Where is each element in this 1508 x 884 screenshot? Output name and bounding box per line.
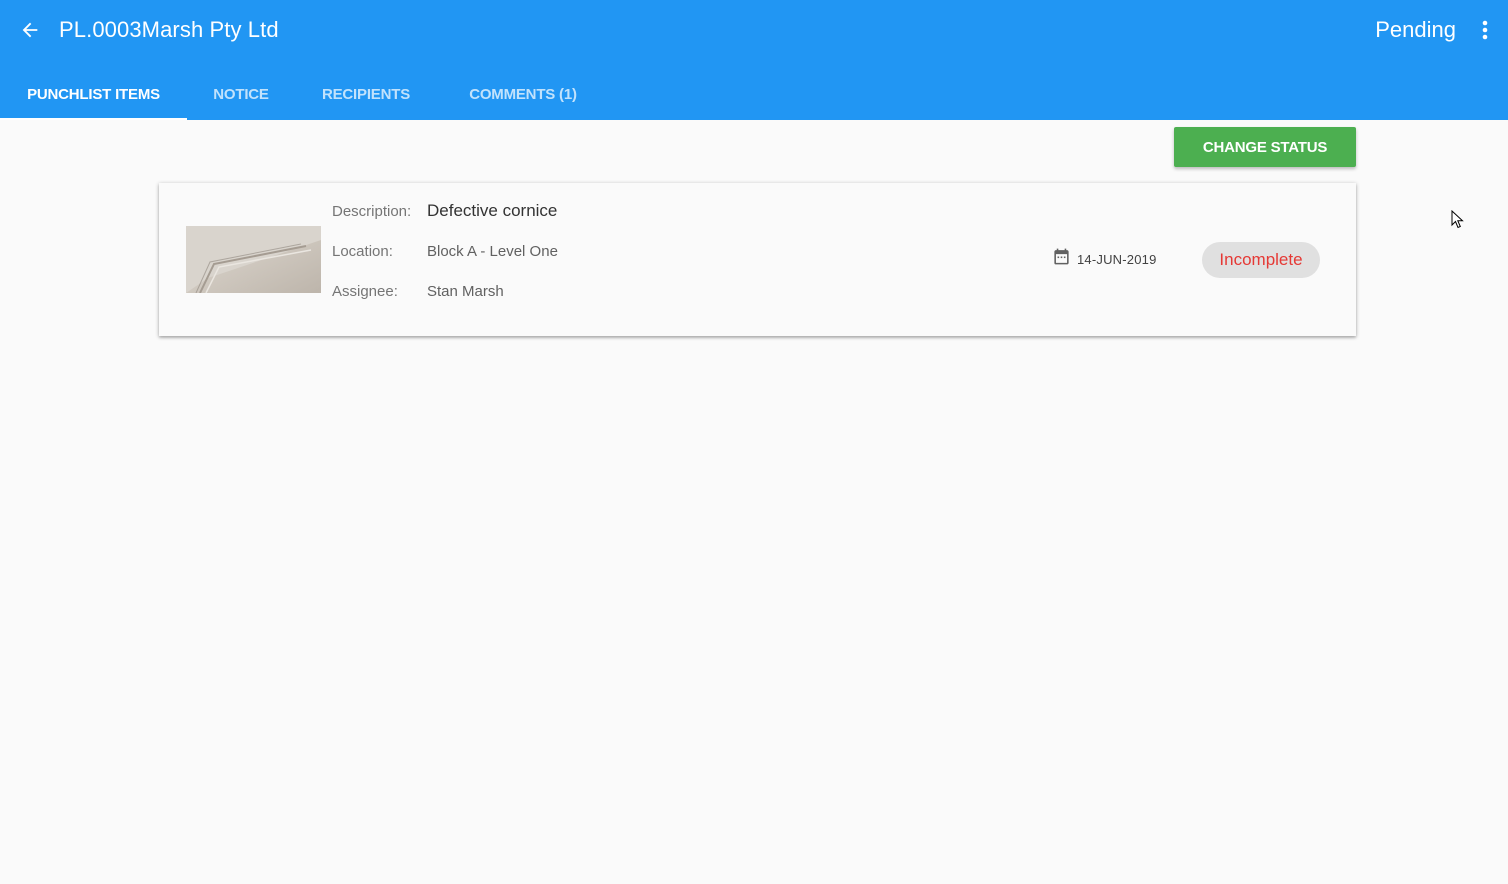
tab-punchlist-items[interactable]: PUNCHLIST ITEMS: [0, 68, 187, 120]
status-badge: Incomplete: [1202, 242, 1320, 278]
location-value: Block A - Level One: [427, 243, 558, 260]
description-label: Description:: [332, 203, 412, 220]
description-value: Defective cornice: [427, 201, 558, 220]
location-label: Location:: [332, 243, 393, 260]
item-photo[interactable]: [186, 226, 321, 293]
calendar-icon: [1052, 247, 1071, 271]
tab-recipients[interactable]: RECIPIENTS: [295, 68, 437, 120]
arrow-back-icon[interactable]: [16, 16, 44, 44]
mouse-cursor-icon: [1451, 210, 1464, 229]
page-title: PL.0003Marsh Pty Ltd: [59, 17, 279, 42]
more-vert-icon[interactable]: [1474, 16, 1496, 44]
punchlist-item-card[interactable]: Description: Defective cornice Location:…: [159, 183, 1356, 336]
assignee-label: Assignee:: [332, 283, 398, 300]
app-bar: PL.0003Marsh Pty Ltd Pending PUNCHLIST I…: [0, 0, 1508, 120]
change-status-button[interactable]: CHANGE STATUS: [1174, 127, 1356, 167]
due-date-text: 14-JUN-2019: [1077, 251, 1157, 267]
tab-comments[interactable]: COMMENTS (1): [437, 68, 609, 120]
tab-bar: PUNCHLIST ITEMS NOTICE RECIPIENTS COMMEN…: [0, 68, 609, 120]
tab-notice[interactable]: NOTICE: [187, 68, 295, 120]
due-date: 14-JUN-2019: [1052, 247, 1157, 271]
punchlist-status: Pending: [1375, 17, 1456, 42]
assignee-value: Stan Marsh: [427, 283, 504, 300]
